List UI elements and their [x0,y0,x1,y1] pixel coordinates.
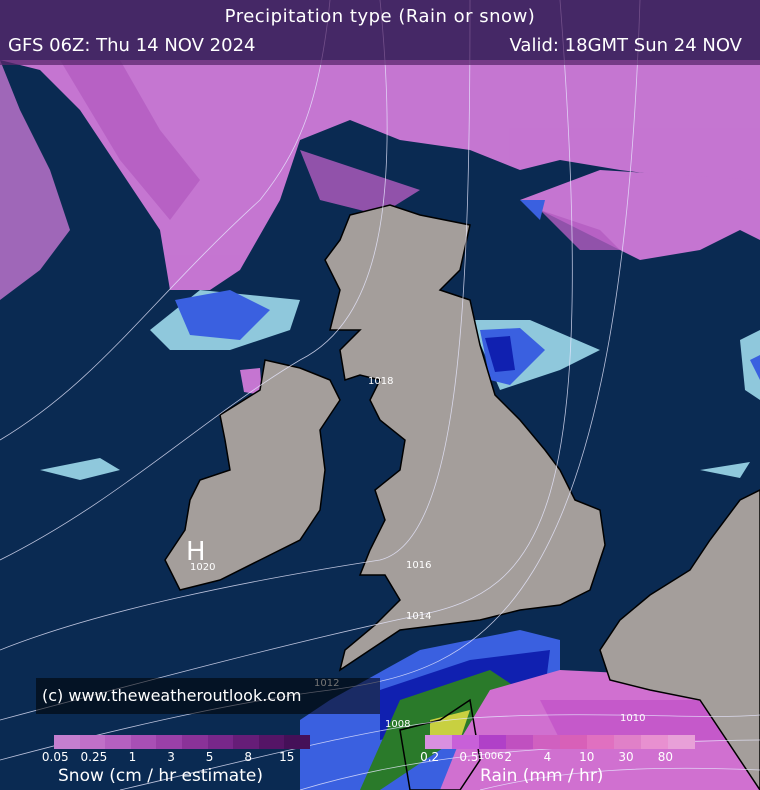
rain-legend-tick: 10 [579,750,595,764]
snow-legend-swatch [105,735,131,749]
rain-legend-title: Rain (mm / hr) [480,766,604,786]
snow-legend-tick: 0.25 [80,750,108,764]
snow-legend-tick: 5 [205,750,214,764]
rain-legend-swatch [641,735,668,749]
rain-legend-tick: 0.5 [459,750,479,764]
rain-legend-swatch [425,735,452,749]
rain-legend-tick: 30 [618,750,634,764]
snow-legend-swatch [130,735,157,749]
snow-legend-swatch [284,735,310,749]
rain-legend-tick: 0.2 [420,750,440,764]
rain-legend-ticks: 0.2 0.5 2 4 10 30 80 [410,750,685,764]
rain-legend-swatch [479,735,506,749]
snow-legend-swatch [258,735,285,749]
valid-time: Valid: 18GMT Sun 24 NOV [509,35,742,56]
model-run: GFS 06Z: Thu 14 NOV 2024 [8,35,256,56]
rain-legend-swatch [560,735,587,749]
snow-legend-swatch [79,735,106,749]
rain-legend-tick: 4 [543,750,552,764]
snow-legend-swatch [181,735,208,749]
rain-legend-swatch [614,735,641,749]
rain-legend-swatch [452,735,479,749]
snow-legend-tick: 15 [279,750,295,764]
rain-legend-tick: 80 [657,750,673,764]
credit-link[interactable]: (c) www.theweatheroutlook.com [36,678,380,714]
map-canvas: 1018 1016 1014 1012 1010 1008 1008 1006 … [0,0,760,790]
isobar-label: 1014 [406,611,431,622]
snow-legend-tick: 3 [167,750,175,764]
snow-legend-bar [54,735,310,749]
weather-map: 1018 1016 1014 1012 1010 1008 1008 1006 … [0,0,760,790]
snow-legend-tick: 1 [128,750,137,764]
rain-legend-tick: 2 [504,750,513,764]
snow-legend-swatch [156,735,182,749]
snow-legend-tick: 8 [244,750,252,764]
isobar-label: 1018 [368,376,393,387]
snow-legend-ticks: 0.05 0.25 1 3 5 8 15 [36,750,306,764]
snow-legend-title: Snow (cm / hr estimate) [58,766,263,786]
isobar-label: 1010 [620,713,645,724]
map-title: Precipitation type (Rain or snow) [224,6,536,27]
snow-legend-swatch [207,735,234,749]
isobar-label: 1008 [385,719,410,730]
rain-legend-bar [425,735,695,749]
high-pressure-marker: H [186,537,206,567]
rain-legend-swatch [668,735,695,749]
isobar-label: 1016 [406,560,431,571]
rain-legend-swatch [506,735,533,749]
rain-legend-swatch [533,735,560,749]
snow-legend-swatch [54,735,80,749]
snow-legend-swatch [233,735,259,749]
rain-legend-swatch [587,735,614,749]
snow-legend-tick: 0.05 [41,750,69,764]
